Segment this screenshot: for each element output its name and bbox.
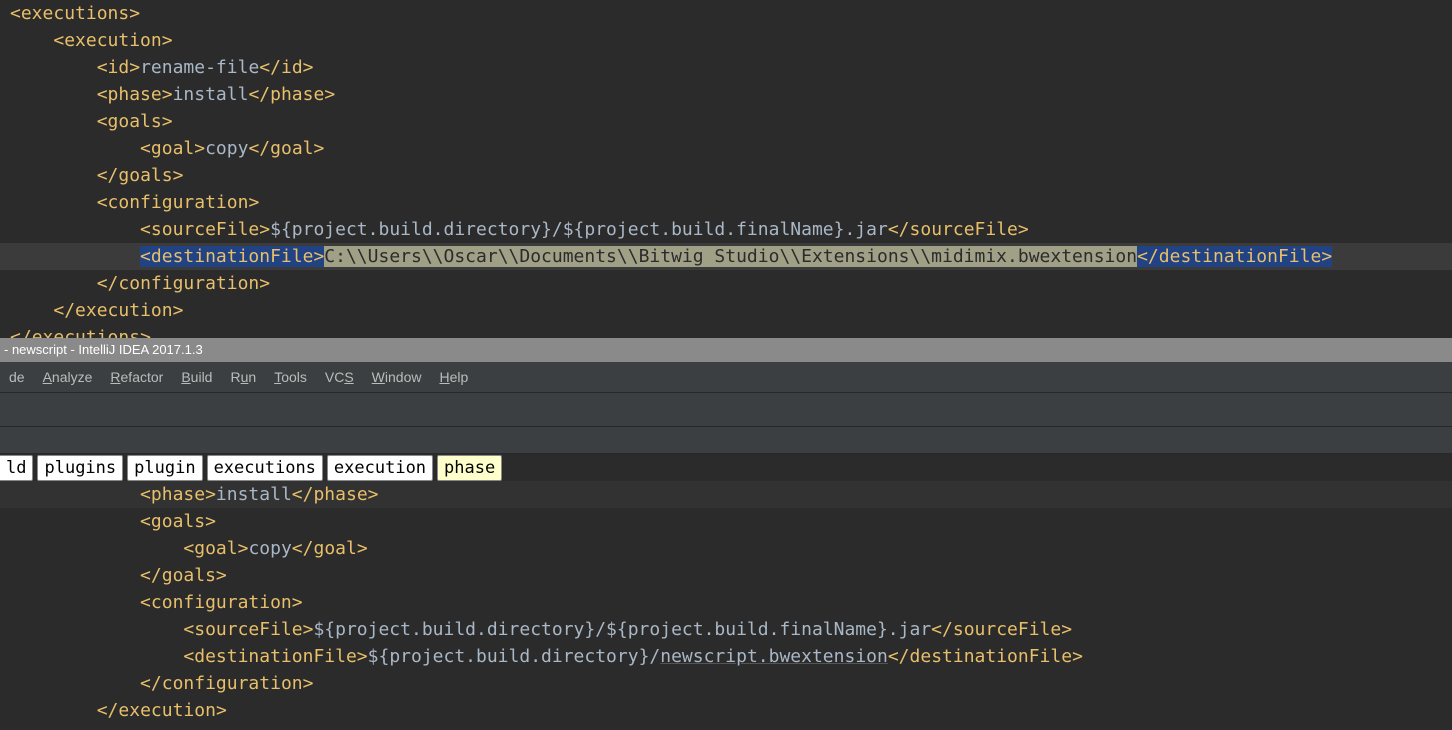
- breadcrumb-bar: ld plugins plugin executions execution p…: [0, 454, 1452, 481]
- code-line: <goals>: [0, 108, 1452, 135]
- menu-run[interactable]: Run: [221, 362, 265, 392]
- menu-analyze[interactable]: Analyze: [34, 362, 102, 392]
- code-line: </execution>: [0, 697, 1452, 724]
- code-editor-bottom[interactable]: <phase>install</phase> <goals> <goal>cop…: [0, 481, 1452, 724]
- menu-refactor[interactable]: Refactor: [101, 362, 172, 392]
- code-line: <goal>copy</goal>: [0, 135, 1452, 162]
- code-line: <sourceFile>${project.build.directory}/$…: [0, 216, 1452, 243]
- code-line: </configuration>: [0, 670, 1452, 697]
- code-line: <configuration>: [0, 589, 1452, 616]
- breadcrumb-phase[interactable]: phase: [437, 455, 502, 481]
- code-line: </goals>: [0, 162, 1452, 189]
- window-titlebar: - newscript - IntelliJ IDEA 2017.1.3: [0, 338, 1452, 362]
- code-line: <goals>: [0, 508, 1452, 535]
- menu-code[interactable]: de: [0, 362, 34, 392]
- code-line: <execution>: [0, 27, 1452, 54]
- code-line: <goal>copy</goal>: [0, 535, 1452, 562]
- code-line: </goals>: [0, 562, 1452, 589]
- code-line: <phase>install</phase>: [0, 81, 1452, 108]
- code-line: </configuration>: [0, 270, 1452, 297]
- code-line-caret: <phase>install</phase>: [0, 481, 1452, 508]
- code-line: <configuration>: [0, 189, 1452, 216]
- breadcrumb-plugin[interactable]: plugin: [127, 455, 202, 481]
- menu-window[interactable]: Window: [363, 362, 431, 392]
- menu-help[interactable]: Help: [430, 362, 477, 392]
- breadcrumb-build[interactable]: ld: [0, 455, 33, 481]
- code-line: <sourceFile>${project.build.directory}/$…: [0, 616, 1452, 643]
- menu-tools[interactable]: Tools: [265, 362, 316, 392]
- code-line: <executions>: [0, 0, 1452, 27]
- toolbar: [0, 392, 1452, 427]
- code-line: </executions>: [0, 324, 1452, 338]
- code-line-selected: <destinationFile>C:\\Users\\Oscar\\Docum…: [0, 243, 1452, 270]
- code-editor-top[interactable]: <executions> <execution> <id>rename-file…: [0, 0, 1452, 338]
- code-line: <id>rename-file</id>: [0, 54, 1452, 81]
- menu-vcs[interactable]: VCS: [316, 362, 363, 392]
- code-line: </execution>: [0, 297, 1452, 324]
- code-line: <destinationFile>${project.build.directo…: [0, 643, 1452, 670]
- editor-tabs: [0, 427, 1452, 454]
- breadcrumb-plugins[interactable]: plugins: [37, 455, 123, 481]
- menu-build[interactable]: Build: [172, 362, 221, 392]
- breadcrumb-execution[interactable]: execution: [327, 455, 433, 481]
- menu-bar: de Analyze Refactor Build Run Tools VCS …: [0, 362, 1452, 392]
- breadcrumb-executions[interactable]: executions: [207, 455, 323, 481]
